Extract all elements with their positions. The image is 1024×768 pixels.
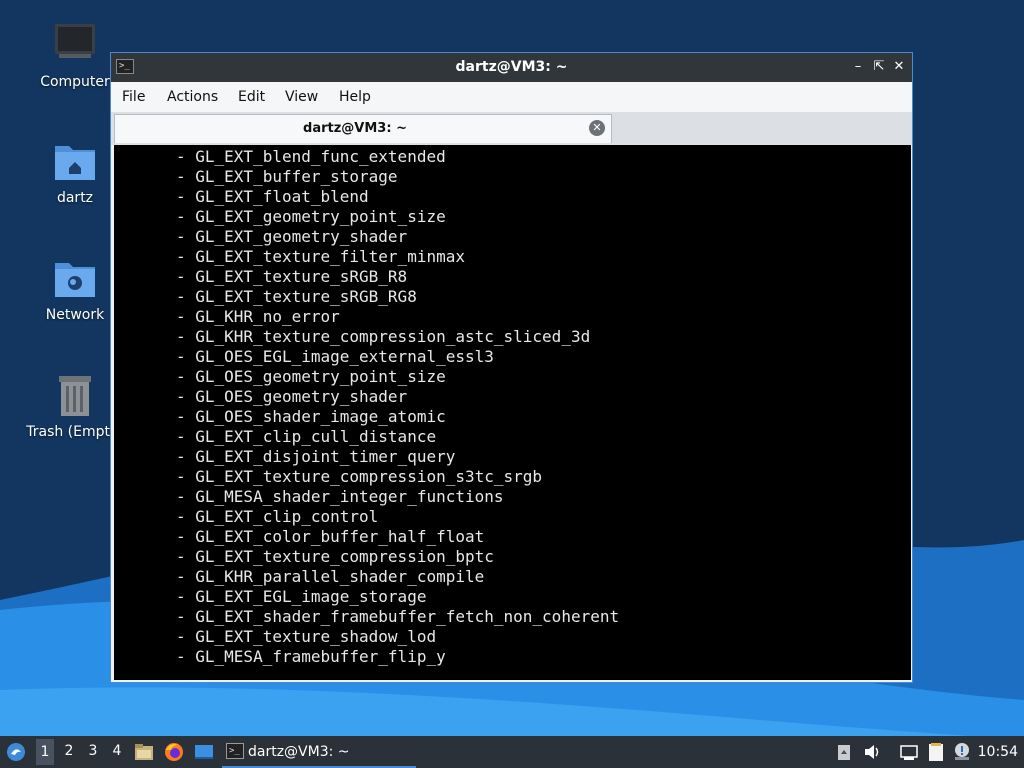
workspace-4[interactable]: 4 bbox=[108, 743, 126, 759]
terminal-line: - GL_EXT_texture_sRGB_R8 bbox=[176, 267, 408, 286]
trash-icon bbox=[51, 372, 99, 420]
tab-strip: dartz@VM3: ~ ✕ bbox=[111, 112, 912, 145]
terminal-line: - GL_EXT_texture_shadow_lod bbox=[176, 627, 437, 646]
taskbar-task-terminal[interactable]: >_ dartz@VM3: ~ bbox=[222, 736, 416, 768]
terminal-line: - GL_OES_geometry_point_size bbox=[176, 367, 446, 386]
computer-icon bbox=[51, 22, 99, 70]
terminal-icon: >_ bbox=[226, 743, 244, 759]
terminal-line: - GL_EXT_texture_filter_minmax bbox=[176, 247, 465, 266]
notes-icon[interactable] bbox=[926, 742, 946, 762]
terminal-line: - GL_EXT_clip_control bbox=[176, 507, 379, 526]
menu-view[interactable]: View bbox=[285, 89, 318, 105]
show-desktop-icon[interactable] bbox=[194, 742, 214, 762]
app-menu-icon[interactable] bbox=[6, 742, 26, 762]
network-icon[interactable] bbox=[899, 742, 919, 762]
terminal-line: - GL_OES_geometry_shader bbox=[176, 387, 408, 406]
terminal-line: - GL_OES_shader_image_atomic bbox=[176, 407, 446, 426]
update-notifier-icon[interactable] bbox=[952, 742, 972, 762]
terminal-line: - GL_EXT_shader_framebuffer_fetch_non_co… bbox=[176, 607, 620, 626]
terminal-window: >_ dartz@VM3: ~ – ⇱ ✕ File Actions Edit … bbox=[110, 52, 913, 683]
terminal-line: - GL_EXT_float_blend bbox=[176, 187, 369, 206]
file-manager-icon[interactable] bbox=[134, 742, 154, 762]
tab-terminal[interactable]: dartz@VM3: ~ ✕ bbox=[114, 114, 612, 143]
tab-close-icon[interactable]: ✕ bbox=[589, 120, 605, 136]
terminal-line: - GL_MESA_framebuffer_flip_y bbox=[176, 647, 446, 666]
terminal-line: - GL_KHR_texture_compression_astc_sliced… bbox=[176, 327, 591, 346]
volume-icon[interactable] bbox=[862, 742, 882, 762]
minimize-button[interactable]: – bbox=[849, 58, 867, 76]
close-button[interactable]: ✕ bbox=[890, 58, 908, 76]
menu-file[interactable]: File bbox=[122, 89, 145, 105]
maximize-button[interactable]: ⇱ bbox=[870, 58, 888, 76]
terminal-line: - GL_EXT_disjoint_timer_query bbox=[176, 447, 456, 466]
terminal-lines: - GL_EXT_blend_func_extended - GL_EXT_buf… bbox=[114, 147, 619, 667]
taskbar: 1 2 3 4 >_ dartz@VM3: ~ 10:54 bbox=[0, 736, 1024, 768]
workspace-1[interactable]: 1 bbox=[36, 739, 54, 765]
terminal-line: - GL_KHR_parallel_shader_compile bbox=[176, 567, 485, 586]
terminal-line: - GL_OES_EGL_image_external_essl3 bbox=[176, 347, 494, 366]
menu-help[interactable]: Help bbox=[339, 89, 371, 105]
terminal-line: - GL_EXT_blend_func_extended bbox=[176, 147, 446, 166]
terminal-line: - GL_EXT_EGL_image_storage bbox=[176, 587, 427, 606]
terminal-line: - GL_EXT_color_buffer_half_float bbox=[176, 527, 485, 546]
terminal-line: - GL_EXT_clip_cull_distance bbox=[176, 427, 437, 446]
menu-actions[interactable]: Actions bbox=[167, 89, 218, 105]
workspace-2[interactable]: 2 bbox=[60, 743, 78, 759]
clipboard-icon[interactable] bbox=[834, 742, 854, 762]
menu-edit[interactable]: Edit bbox=[238, 89, 265, 105]
terminal-line: - GL_KHR_no_error bbox=[176, 307, 340, 326]
tab-label: dartz@VM3: ~ bbox=[303, 121, 407, 136]
terminal-line: - GL_EXT_texture_compression_s3tc_srgb bbox=[176, 467, 543, 486]
terminal-line: - GL_EXT_buffer_storage bbox=[176, 167, 398, 186]
terminal-line: - GL_EXT_texture_compression_bptc bbox=[176, 547, 494, 566]
terminal-line: - GL_EXT_geometry_shader bbox=[176, 227, 408, 246]
terminal-line: - GL_MESA_shader_integer_functions bbox=[176, 487, 504, 506]
terminal-line: - GL_EXT_texture_sRGB_RG8 bbox=[176, 287, 417, 306]
terminal-line: - GL_EXT_geometry_point_size bbox=[176, 207, 446, 226]
task-label: dartz@VM3: ~ bbox=[248, 744, 350, 760]
clock[interactable]: 10:54 bbox=[978, 744, 1018, 760]
window-titlebar[interactable]: >_ dartz@VM3: ~ – ⇱ ✕ bbox=[111, 53, 912, 82]
window-title: dartz@VM3: ~ bbox=[455, 59, 568, 75]
workspace-3[interactable]: 3 bbox=[84, 743, 102, 759]
home-folder-icon bbox=[51, 138, 99, 186]
firefox-icon[interactable] bbox=[164, 742, 184, 762]
terminal-output[interactable]: - GL_EXT_blend_func_extended - GL_EXT_buf… bbox=[114, 145, 911, 680]
menu-bar: File Actions Edit View Help bbox=[111, 82, 912, 112]
network-folder-icon bbox=[51, 255, 99, 303]
